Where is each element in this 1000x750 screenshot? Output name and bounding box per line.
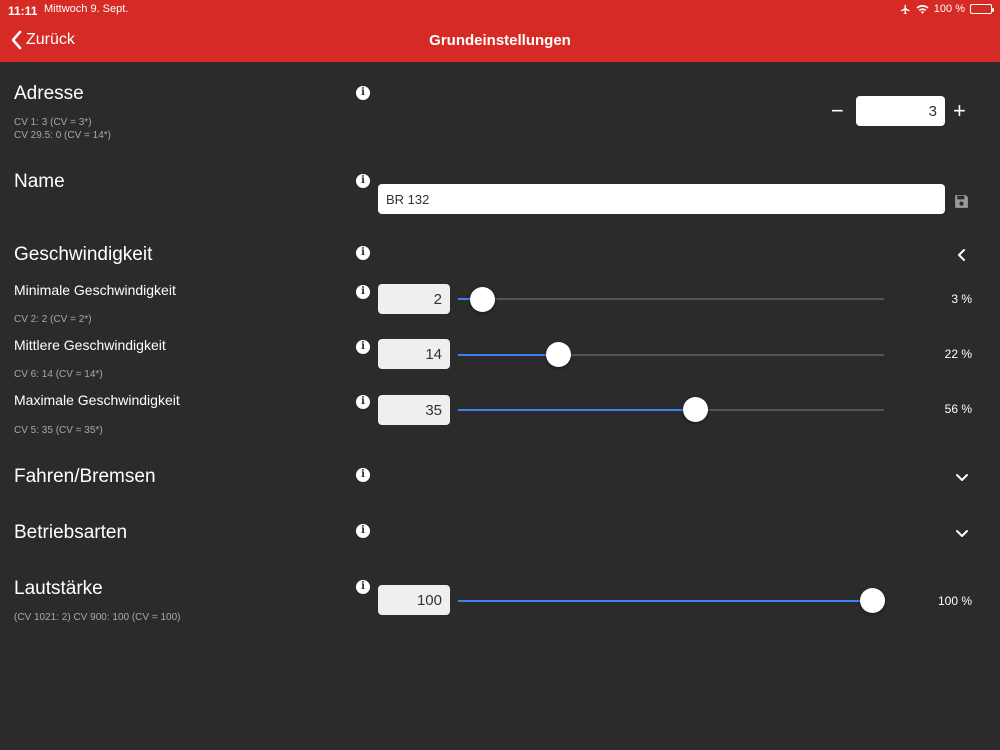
status-time: 11:11 bbox=[8, 4, 38, 18]
battery-icon bbox=[970, 4, 994, 14]
save-icon[interactable] bbox=[953, 193, 970, 210]
info-icon[interactable]: i bbox=[356, 174, 370, 188]
info-icon[interactable]: i bbox=[356, 86, 370, 100]
mid-speed-input[interactable]: 14 bbox=[378, 339, 450, 369]
volume-slider-track[interactable] bbox=[458, 600, 884, 602]
min-speed-label: Minimale Geschwindigkeit bbox=[14, 282, 176, 298]
adresse-cv2: CV 29.5: 0 (CV = 14*) bbox=[14, 130, 111, 141]
lautstaerke-cv: (CV 1021: 2) CV 900: 100 (CV = 100) bbox=[14, 612, 181, 623]
volume-percent: 100 % bbox=[937, 594, 972, 608]
max-speed-cv: CV 5: 35 (CV = 35*) bbox=[14, 425, 103, 436]
info-icon[interactable]: i bbox=[356, 285, 370, 299]
navigation-bar: 11:11 Mittwoch 9. Sept. 100 % Zurück Gru… bbox=[0, 0, 1000, 62]
mid-speed-slider-thumb[interactable] bbox=[545, 342, 571, 367]
name-label: Name bbox=[14, 171, 65, 192]
mid-speed-slider-track[interactable] bbox=[458, 354, 884, 356]
wifi-icon bbox=[916, 4, 929, 14]
mid-speed-percent: 22 % bbox=[944, 347, 972, 361]
chevron-left-icon[interactable] bbox=[954, 247, 970, 263]
geschwindigkeit-label: Geschwindigkeit bbox=[14, 244, 153, 265]
adresse-cv1: CV 1: 3 (CV = 3*) bbox=[14, 117, 92, 128]
info-icon[interactable]: i bbox=[356, 246, 370, 260]
min-speed-cv: CV 2: 2 (CV = 2*) bbox=[14, 314, 92, 325]
name-input[interactable]: BR 132 bbox=[378, 184, 945, 214]
max-speed-slider-thumb[interactable] bbox=[682, 397, 708, 422]
page-title: Grundeinstellungen bbox=[429, 32, 571, 49]
info-icon[interactable]: i bbox=[356, 395, 370, 409]
decrement-button[interactable]: − bbox=[831, 100, 844, 122]
battery-percent: 100 % bbox=[933, 3, 965, 15]
info-icon[interactable]: i bbox=[356, 468, 370, 482]
betriebsarten-label[interactable]: Betriebsarten bbox=[14, 522, 127, 544]
min-speed-input[interactable]: 2 bbox=[378, 284, 450, 314]
max-speed-label: Maximale Geschwindigkeit bbox=[14, 392, 180, 408]
max-speed-slider-track[interactable] bbox=[458, 409, 884, 411]
max-speed-input[interactable]: 35 bbox=[378, 395, 450, 425]
airplane-icon bbox=[900, 4, 910, 14]
increment-button[interactable]: + bbox=[953, 100, 966, 122]
chevron-down-icon[interactable] bbox=[954, 469, 970, 485]
volume-slider-thumb[interactable] bbox=[859, 588, 885, 613]
address-input[interactable]: 3 bbox=[856, 96, 945, 126]
status-date: Mittwoch 9. Sept. bbox=[44, 3, 129, 15]
min-speed-percent: 3 % bbox=[951, 292, 972, 306]
fahren-bremsen-label[interactable]: Fahren/Bremsen bbox=[14, 466, 156, 488]
mid-speed-cv: CV 6: 14 (CV = 14*) bbox=[14, 369, 103, 380]
chevron-down-icon[interactable] bbox=[954, 525, 970, 541]
info-icon[interactable]: i bbox=[356, 524, 370, 538]
lautstaerke-label: Lautstärke bbox=[14, 578, 103, 599]
adresse-label: Adresse bbox=[14, 83, 84, 104]
status-indicators: 100 % bbox=[900, 3, 994, 15]
info-icon[interactable]: i bbox=[356, 340, 370, 354]
min-speed-slider-thumb[interactable] bbox=[469, 287, 495, 312]
mid-speed-label: Mittlere Geschwindigkeit bbox=[14, 337, 166, 353]
volume-input[interactable]: 100 bbox=[378, 585, 450, 615]
info-icon[interactable]: i bbox=[356, 580, 370, 594]
max-speed-percent: 56 % bbox=[944, 402, 972, 416]
min-speed-slider-track[interactable] bbox=[458, 298, 884, 300]
